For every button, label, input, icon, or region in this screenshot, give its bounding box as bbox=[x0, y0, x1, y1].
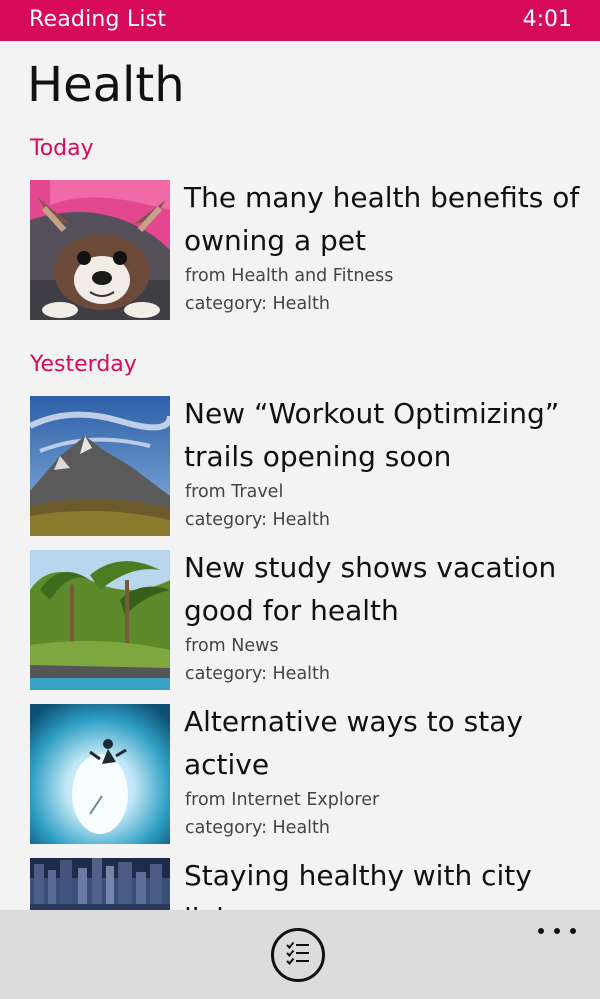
article-source: from Health and Fitness bbox=[185, 266, 394, 286]
article-title: New study shows vacation good for health bbox=[184, 551, 557, 627]
article-source: from News bbox=[185, 636, 279, 656]
status-bar: Reading List 4:01 bbox=[0, 0, 600, 41]
app-bar bbox=[0, 910, 600, 999]
dog-photo bbox=[30, 180, 170, 320]
page-title: Health bbox=[27, 57, 185, 113]
group-header-yesterday: Yesterday bbox=[30, 352, 137, 377]
article-category: category: Health bbox=[185, 294, 330, 314]
mountain-photo bbox=[30, 396, 170, 536]
checklist-button[interactable] bbox=[271, 928, 325, 982]
article-item[interactable]: Alternative ways to stay active from Int… bbox=[30, 704, 590, 844]
article-title: New “Workout Optimizing” trails opening … bbox=[184, 397, 560, 473]
article-item[interactable]: New study shows vacation good for health… bbox=[30, 550, 590, 690]
ice-climbing-photo bbox=[30, 704, 170, 844]
app-name: Reading List bbox=[29, 7, 167, 32]
article-item[interactable]: The many health benefits of owning a pet… bbox=[30, 180, 590, 320]
article-category: category: Health bbox=[185, 510, 330, 530]
palm-beach-photo bbox=[30, 550, 170, 690]
reading-list-screen: Reading List 4:01 Health Today The many … bbox=[0, 0, 600, 999]
article-category: category: Health bbox=[185, 664, 330, 684]
group-header-today: Today bbox=[30, 136, 94, 161]
article-item[interactable]: New “Workout Optimizing” trails opening … bbox=[30, 396, 590, 536]
article-title: Alternative ways to stay active bbox=[184, 705, 523, 781]
article-title: The many health benefits of owning a pet bbox=[184, 181, 580, 257]
article-source: from Internet Explorer bbox=[185, 790, 380, 810]
more-ellipsis-icon[interactable] bbox=[536, 918, 580, 946]
article-category: category: Health bbox=[185, 818, 330, 838]
checklist-icon bbox=[285, 940, 311, 970]
status-clock: 4:01 bbox=[522, 7, 572, 32]
article-source: from Travel bbox=[185, 482, 284, 502]
